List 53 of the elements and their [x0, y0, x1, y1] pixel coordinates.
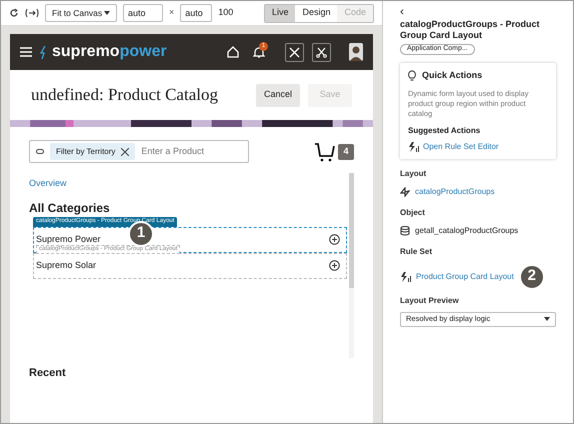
card-subtitle: Suggested Actions — [408, 124, 482, 136]
lightning-icon — [400, 272, 411, 282]
mode-tab[interactable]: Live — [264, 4, 296, 22]
lightning-icon — [408, 142, 419, 152]
home-icon[interactable] — [227, 46, 239, 58]
product-input[interactable]: Enter a Product — [141, 144, 242, 158]
caret-icon — [104, 11, 110, 15]
tools-button[interactable] — [285, 42, 304, 62]
width-field[interactable]: auto — [123, 4, 163, 22]
scissors-icon — [316, 46, 327, 58]
database-icon — [400, 226, 410, 236]
scissors-button[interactable] — [312, 42, 331, 62]
filter-icon — [36, 149, 44, 154]
group-name: Supremo Power — [36, 232, 101, 246]
height-field[interactable]: auto — [180, 4, 212, 22]
section-title: All Categories — [29, 200, 111, 216]
fit-select[interactable]: Fit to Canvas — [45, 4, 117, 22]
times-sign: × — [169, 6, 174, 20]
search-field[interactable]: Filter by Territory Enter a Product — [29, 140, 249, 163]
close-icon[interactable] — [121, 148, 130, 156]
bell-icon[interactable] — [253, 46, 265, 58]
menu-icon[interactable] — [20, 47, 32, 57]
zoom-level: 100 — [218, 6, 234, 20]
caret-icon — [544, 317, 550, 321]
cart-icon[interactable] — [315, 142, 335, 162]
plus-circle-icon[interactable] — [329, 260, 340, 271]
section-title: Recent — [29, 366, 67, 380]
avatar-icon[interactable] — [349, 43, 363, 61]
callout-number: 2 — [518, 264, 545, 290]
overview-link[interactable]: Overview — [29, 177, 347, 190]
lightning-icon — [40, 46, 48, 58]
field-link[interactable]: catalogProductGroups — [415, 186, 495, 198]
page-title: undefined: Product Catalog — [31, 84, 219, 106]
fit-width-icon[interactable] — [25, 8, 39, 18]
refresh-icon[interactable] — [9, 8, 19, 18]
group-row[interactable]: Supremo Solar — [33, 252, 347, 278]
layout-icon — [400, 186, 410, 196]
field-link[interactable]: Product Group Card Layout — [416, 270, 514, 282]
lightbulb-icon — [408, 70, 416, 82]
group-name: Supremo Solar — [36, 258, 96, 272]
panel-title: catalogProductGroups - Product Group Card Layout — [400, 19, 541, 41]
field-label: Layout — [400, 168, 428, 180]
filter-chip[interactable]: Filter by Territory — [50, 143, 136, 160]
action-link[interactable]: Open Rule Set Editor — [423, 140, 499, 152]
field-label: Rule Set — [400, 246, 434, 258]
card-title: Quick Actions — [422, 69, 482, 82]
field-label: Layout Preview — [400, 294, 460, 306]
cart-count: 4 — [338, 144, 354, 160]
plus-circle-icon[interactable] — [329, 234, 340, 245]
back-button[interactable]: ‹ — [400, 5, 556, 17]
logo-text: supremopower — [52, 42, 167, 62]
page-button[interactable]: Cancel — [256, 84, 300, 106]
field-label: Object — [400, 206, 426, 218]
